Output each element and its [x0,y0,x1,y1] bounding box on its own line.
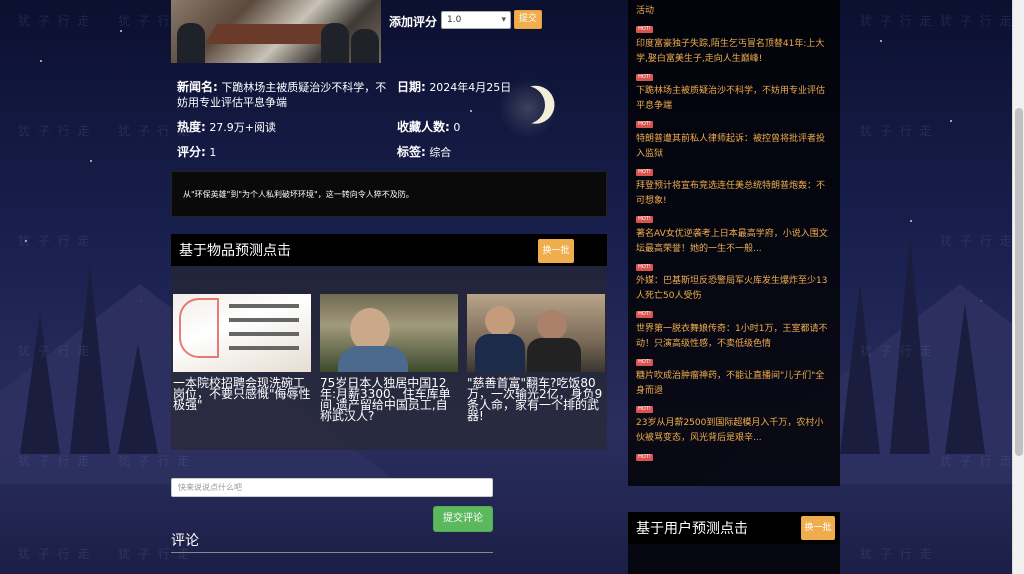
user-recommend-swap-button[interactable]: 换一批 [801,516,835,540]
hot-news-item[interactable]: 特朗普遭其前私人律师起诉：被控曾将批评者投入监狱 [636,132,832,162]
rate-submit-button[interactable]: 提交 [514,10,542,29]
rec-card-caption: 75岁日本人独居中国12年:月薪3300、住车库单间,遗产留给中国员工,自称武汉… [320,376,451,423]
hot-news-item[interactable]: 拜登预计将宣布竞选连任美总统特朗普炮轰：不可想象! [636,179,832,209]
hot-badge: HOT! [636,311,653,318]
hot-badge: HOT! [636,264,653,271]
hot-news-item[interactable]: 著名AV女优逆袭考上日本最高学府，小说入围文坛最高荣誉！她的一生不一般... [636,227,832,257]
hot-news-item[interactable]: 世界第一脱衣舞娘传奇：1小时1万，王室都请不动！只演高级性感，不卖低级色情 [636,322,832,352]
hot-news-item[interactable]: 印度富豪独子失踪,陌生乞丐冒名顶替41年:上大学,娶白富美生子,走向人生巅峰! [636,37,832,67]
news-date: 日期: 2024年4月25日 [397,80,512,94]
page-scrollbar[interactable] [1012,0,1024,574]
comment-section-title: 评论 [171,533,199,549]
news-score: 评分: 1 [177,145,217,159]
hot-badge: HOT! [636,74,653,81]
comment-divider [171,552,493,553]
hot-badge: HOT! [636,216,653,223]
rec-card-image [467,294,605,372]
rec-card-caption: 一本院校招聘会现洗碗工岗位，不要只感慨"侮辱性极强" [173,376,311,412]
hot-news-item[interactable]: 活动 [636,4,832,19]
hot-badge: HOT! [636,406,653,413]
submit-comment-button[interactable]: 提交评论 [433,506,493,532]
rec-card-image [320,294,458,372]
news-fav-count: 收藏人数: 0 [397,120,461,134]
hot-badge: HOT! [636,26,653,33]
hot-news-panel: 活动 HOT! 印度富豪独子失踪,陌生乞丐冒名顶替41年:上大学,娶白富美生子,… [628,0,840,486]
news-summary: 从"环保英雄"到"为个人私利破坏环境"，这一转向令人猝不及防。 [171,171,607,217]
user-recommend-title: 基于用户预测点击 [636,521,748,537]
news-name: 新闻名: 下跪林场主被质疑治沙不科学，不妨用专业评估平息争端 [177,80,387,109]
hot-news-item[interactable]: 外媒：巴基斯坦反恐警局军火库发生爆炸至少13人死亡50人受伤 [636,274,832,304]
news-info-grid: 新闻名: 下跪林场主被质疑治沙不科学，不妨用专业评估平息争端 日期: 2024年… [171,80,607,172]
rating-select[interactable]: 1.0 ▾ [441,11,511,29]
rec-card[interactable]: 75岁日本人独居中国12年:月薪3300、住车库单间,遗产留给中国员工,自称武汉… [320,294,458,422]
rec-card[interactable]: "慈善首富"翻车?吃饭80万，一次输光2亿，身负9条人命，家有一个排的武器! [467,294,605,422]
item-recommend-swap-button[interactable]: 换一批 [538,239,574,263]
hot-news-item[interactable]: 23岁从月薪2500到国际超模月入千万，农村小伙被骂变态，风光背后是艰辛... [636,416,832,446]
rec-card-image [173,294,311,372]
rating-select-value: 1.0 [447,15,462,25]
hot-badge: HOT! [636,454,653,461]
news-detail-column: 添加评分 1.0 ▾ 提交 新闻名: 下跪林场主被质疑治沙不科学，不妨用专业评估… [171,0,607,553]
item-recommend-title: 基于物品预测点击 [179,243,291,259]
chevron-down-icon: ▾ [501,15,506,25]
rec-card[interactable]: 一本院校招聘会现洗碗工岗位，不要只感慨"侮辱性极强" [173,294,311,411]
hot-badge: HOT! [636,121,653,128]
comment-input[interactable]: 快来说说点什么吧 [171,478,493,497]
news-photo [171,0,381,63]
hot-news-item[interactable]: 下跪林场主被质疑治沙不科学，不妨用专业评估平息争端 [636,84,832,114]
rate-label: 添加评分 [389,15,438,29]
user-recommend-panel: 基于用户预测点击 换一批 [628,512,840,574]
scrollbar-thumb[interactable] [1015,108,1023,456]
hot-news-item[interactable]: 糖片吹成治肿瘤神药，不能让直播间"儿子们"全身而退 [636,369,832,399]
hot-badge: HOT! [636,359,653,366]
news-heat: 热度: 27.9万+阅读 [177,120,277,134]
item-recommend-panel: 基于物品预测点击 换一批 一本院校招聘会现洗碗工岗位，不要只感慨"侮辱性极强" [171,234,607,450]
hot-badge: HOT! [636,169,653,176]
rec-card-caption: "慈善首富"翻车?吃饭80万，一次输光2亿，身负9条人命，家有一个排的武器! [467,376,603,423]
news-tag: 标签: 综合 [397,145,452,159]
